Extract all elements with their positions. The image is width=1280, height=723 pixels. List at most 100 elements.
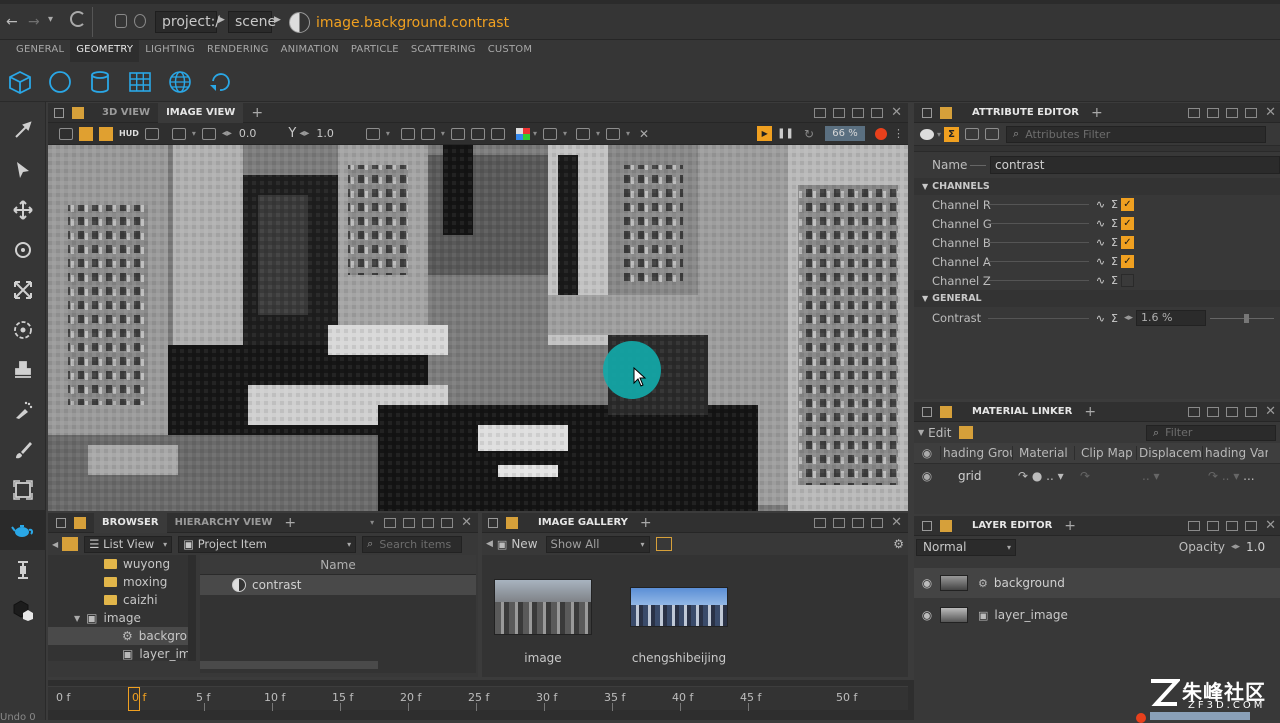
gallery-thumbnail[interactable] xyxy=(494,579,592,635)
comment-icon[interactable] xyxy=(920,128,934,140)
tab-image-view[interactable]: IMAGE VIEW xyxy=(158,102,244,123)
chevron-down-icon[interactable]: ▾ xyxy=(596,129,600,138)
camera-icon[interactable] xyxy=(400,127,415,140)
maximize-icon[interactable] xyxy=(871,107,884,118)
step-icon[interactable]: ◂▸ xyxy=(1231,542,1240,552)
compare-icon[interactable] xyxy=(470,127,485,140)
lock-icon[interactable] xyxy=(922,406,932,417)
display-icon[interactable] xyxy=(171,127,186,140)
tree-item[interactable]: ⚙ backgro xyxy=(48,627,188,645)
layout-icon[interactable] xyxy=(1207,406,1220,417)
layout-icon[interactable] xyxy=(1207,520,1220,531)
channel-checkbox[interactable]: ✓ xyxy=(1121,236,1134,249)
lock-icon[interactable] xyxy=(922,520,932,531)
chevron-down-icon[interactable]: ▾ xyxy=(937,130,941,139)
scene-breadcrumb[interactable]: scene xyxy=(228,11,276,33)
sigma-icon[interactable]: Σ xyxy=(1111,198,1118,211)
close-icon[interactable]: ✕ xyxy=(1265,518,1276,533)
gamma-value[interactable]: 1.0 xyxy=(316,127,334,140)
chevron-down-icon[interactable]: ▾ xyxy=(533,129,537,138)
channels-icon[interactable] xyxy=(515,127,530,140)
refresh-icon[interactable]: ↻ xyxy=(804,127,814,141)
add-tab-icon[interactable]: + xyxy=(640,515,652,531)
sigma-icon[interactable]: Σ xyxy=(1111,255,1118,268)
cube-icon[interactable] xyxy=(0,62,40,102)
blend-mode-select[interactable]: Normal ▾ xyxy=(916,538,1016,556)
checker-icon[interactable] xyxy=(79,126,93,141)
close-icon[interactable]: ✕ xyxy=(1265,404,1276,419)
layout-icon[interactable] xyxy=(1226,406,1239,417)
layout-icon[interactable] xyxy=(1188,107,1201,118)
teapot-icon[interactable] xyxy=(0,510,46,550)
tree-item[interactable]: wuyong xyxy=(48,555,188,573)
lock-icon[interactable] xyxy=(56,517,66,528)
maximize-icon[interactable] xyxy=(1245,107,1258,118)
eye-icon[interactable]: ◉ xyxy=(914,608,940,622)
shading-variable-slot[interactable]: ↷ .. ▾ ... xyxy=(1202,469,1268,483)
channel-checkbox[interactable]: ✓ xyxy=(1121,255,1134,268)
dropdown-chevron-icon[interactable]: ▾ xyxy=(48,14,53,25)
globe-icon[interactable] xyxy=(160,62,200,102)
close-icon[interactable]: ✕ xyxy=(891,515,902,530)
layer-row[interactable]: ◉ ▣ layer_image xyxy=(914,600,1280,630)
layout-icon[interactable] xyxy=(833,517,846,528)
chevron-down-icon[interactable]: ▾ xyxy=(441,129,445,138)
collapse-icon[interactable]: ◀ xyxy=(52,540,58,549)
lock-icon[interactable] xyxy=(115,14,127,28)
sigma-icon[interactable]: Σ xyxy=(1111,217,1118,230)
rotate-icon[interactable] xyxy=(0,230,46,270)
tab-browser[interactable]: BROWSER xyxy=(94,512,167,533)
layout-icon[interactable] xyxy=(384,517,397,528)
layout-icon[interactable] xyxy=(1207,107,1220,118)
step-icon[interactable]: ◂▸ xyxy=(1124,313,1133,323)
frame-icon[interactable] xyxy=(0,470,46,510)
lock-icon[interactable] xyxy=(54,107,64,118)
splitter[interactable] xyxy=(914,145,1280,152)
curve-icon[interactable]: ∿ xyxy=(1096,312,1105,325)
history-icon[interactable] xyxy=(420,127,435,140)
displacement-slot[interactable]: .. ▾ xyxy=(1136,469,1202,483)
slider-handle[interactable] xyxy=(1244,313,1249,323)
sigma-icon[interactable]: Σ xyxy=(1111,236,1118,249)
grid-icon[interactable] xyxy=(120,62,160,102)
tab-lighting[interactable]: LIGHTING xyxy=(139,40,201,62)
exposure-value[interactable]: 0.0 xyxy=(239,127,257,140)
tree-item[interactable]: ▼ ▣ image xyxy=(48,609,188,627)
node-icon[interactable] xyxy=(959,426,974,439)
material-linker-row[interactable]: ◉ grid ↷ ● .. ▾ ↷ .. ▾ ↷ .. ▾ ... xyxy=(914,464,1280,488)
exposure-icon[interactable] xyxy=(201,127,216,140)
move-icon[interactable] xyxy=(0,190,46,230)
timeline-ruler[interactable]: 0 f 0 f 5 f 10 f 15 f 20 f 25 f 30 f 35 f 40 f4… xyxy=(48,686,908,711)
layout-icon[interactable] xyxy=(1188,520,1201,531)
tree-item[interactable]: ▣ layer_im xyxy=(48,645,188,663)
curve-icon[interactable]: ∿ xyxy=(1096,217,1105,230)
picker-icon[interactable] xyxy=(0,110,46,150)
maximize-icon[interactable] xyxy=(1245,406,1258,417)
collapse-icon[interactable]: ◀ xyxy=(486,539,493,549)
node-breadcrumb[interactable]: image.background.contrast xyxy=(316,15,509,31)
sphere-icon[interactable] xyxy=(40,62,80,102)
measure-icon[interactable] xyxy=(0,550,46,590)
lock-icon[interactable] xyxy=(488,517,498,528)
chevron-down-icon[interactable]: ▾ xyxy=(626,129,630,138)
channel-checkbox[interactable]: ✓ xyxy=(1121,198,1134,211)
step-icon[interactable]: ◂▸ xyxy=(222,128,232,139)
hud-toggle[interactable]: HUD xyxy=(119,129,139,138)
contrast-value[interactable]: 1.6 % xyxy=(1136,310,1206,326)
general-section-header[interactable]: ▼ GENERAL xyxy=(914,290,1280,307)
material-slot[interactable]: ↷ ● .. ▾ xyxy=(1012,469,1074,483)
clipmap-slot[interactable]: ↷ xyxy=(1074,469,1136,483)
layout-icon[interactable] xyxy=(814,517,827,528)
layout-icon[interactable] xyxy=(833,107,846,118)
tab-geometry[interactable]: GEOMETRY xyxy=(70,40,140,62)
material-filter[interactable]: ⌕ Filter xyxy=(1146,424,1276,441)
gallery-thumbnail[interactable] xyxy=(630,587,728,627)
opacity-value[interactable]: 1.0 xyxy=(1246,540,1280,554)
add-tab-icon[interactable]: + xyxy=(1084,404,1096,420)
chevron-down-icon[interactable]: ▾ xyxy=(192,129,196,138)
tab-animation[interactable]: ANIMATION xyxy=(275,40,345,62)
maximize-icon[interactable] xyxy=(441,517,454,528)
region-icon[interactable] xyxy=(575,127,590,140)
scrollbar[interactable] xyxy=(188,555,196,661)
region-icon[interactable] xyxy=(605,127,620,140)
